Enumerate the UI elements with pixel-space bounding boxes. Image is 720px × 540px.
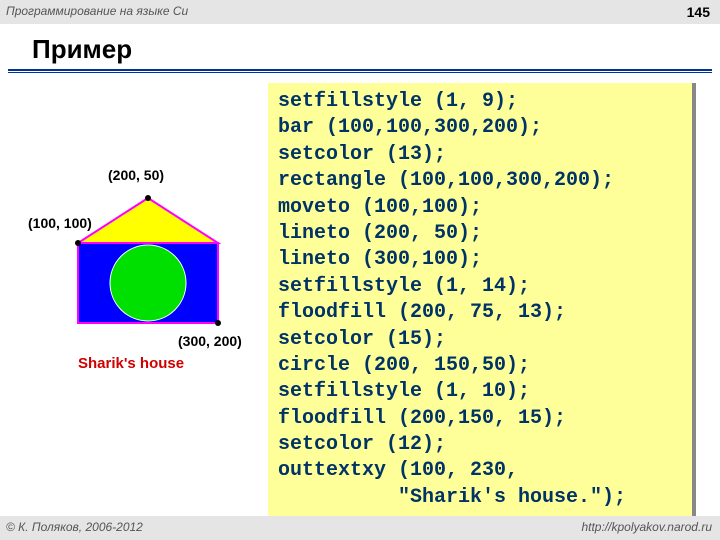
divider [8, 69, 712, 71]
copyright: © К. Поляков, 2006-2012 [6, 520, 143, 534]
code-listing: setfillstyle (1, 9); bar (100,100,300,20… [268, 83, 696, 521]
header-bar: Программирование на языке Си 145 [0, 0, 720, 24]
coord-100-100: (100, 100) [28, 215, 92, 231]
coord-200-50: (200, 50) [108, 167, 164, 183]
divider-thin [8, 72, 712, 73]
page-title: Пример [32, 34, 720, 65]
footer-bar: © К. Поляков, 2006-2012 http://kpolyakov… [0, 516, 720, 540]
coord-300-200: (300, 200) [178, 333, 242, 349]
page-number: 145 [687, 4, 710, 20]
footer-url: http://kpolyakov.narod.ru [581, 520, 712, 534]
figure-caption: Sharik's house [78, 355, 184, 372]
house-figure: (100, 100) (200, 50) (300, 200) Sharik's… [28, 143, 268, 378]
course-title: Программирование на языке Си [6, 4, 188, 18]
